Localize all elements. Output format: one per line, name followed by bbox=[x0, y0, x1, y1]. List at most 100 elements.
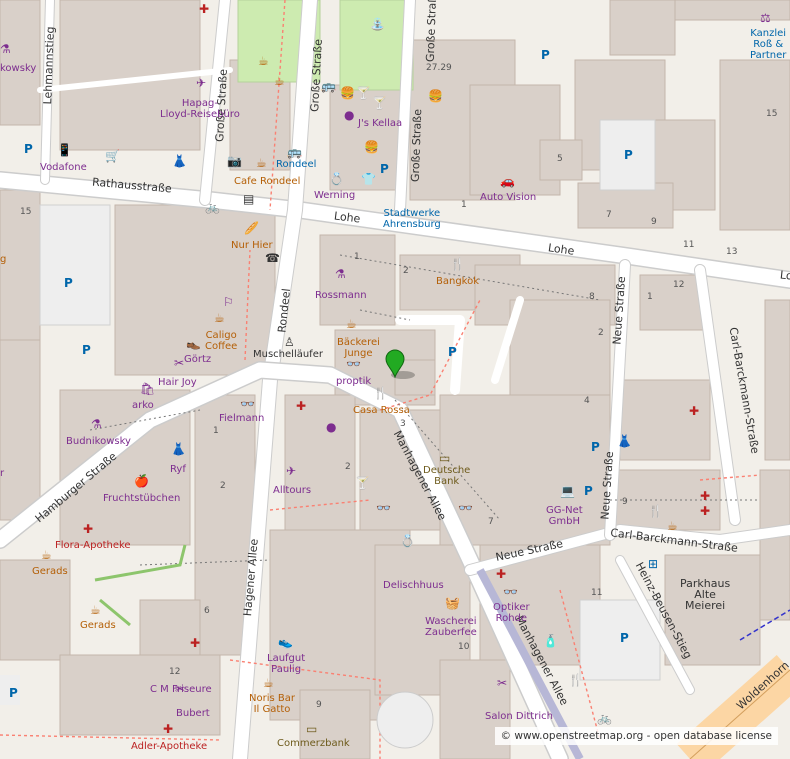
shop-icon: ● bbox=[326, 420, 337, 434]
cafe-icon: ☕ bbox=[667, 519, 678, 533]
map-view[interactable]: P P P P P P P P P P P ✚ ✚ ✚ ✚ ✚ ✚ ✚ ✚ ✚ … bbox=[0, 0, 790, 759]
parking-icon: P bbox=[64, 276, 73, 290]
lawyer-icon: ⚖ bbox=[760, 11, 771, 25]
jewelry-icon: 💍 bbox=[400, 534, 415, 548]
post-box-icon: ▤ bbox=[243, 192, 255, 206]
fastfood-icon: 🍔 bbox=[428, 89, 443, 103]
telephone-icon: ☎ bbox=[265, 251, 280, 265]
house-number: 7 bbox=[606, 210, 612, 220]
travel-icon: ✈ bbox=[196, 76, 207, 90]
parking-icon: P bbox=[620, 631, 629, 645]
parking-icon: P bbox=[9, 686, 18, 700]
map-tiles bbox=[0, 0, 790, 759]
poi-label: Hapag- Lloyd-Reisebüro bbox=[160, 98, 240, 120]
poi-label: Auto Vision bbox=[480, 192, 537, 203]
house-number: 8 bbox=[589, 292, 595, 302]
pharmacy-icon: ✚ bbox=[496, 567, 507, 581]
optician-icon: 👓 bbox=[346, 357, 361, 371]
house-number: 1 bbox=[461, 200, 467, 210]
restaurant-icon: 🍴 bbox=[373, 386, 388, 400]
poi-label: arko bbox=[132, 400, 154, 411]
poi-label: Bäckerei Junge bbox=[337, 337, 380, 359]
photo-icon: 📷 bbox=[227, 154, 242, 168]
poi-label: Noris Bar Il Gatto bbox=[249, 693, 295, 715]
poi-label: Fielmann bbox=[219, 413, 265, 424]
poi-label: Rondeel bbox=[276, 159, 317, 170]
cafe-icon: ☕ bbox=[263, 676, 274, 690]
bakery-icon: 🥖 bbox=[244, 221, 259, 235]
bar-icon: 🍸 bbox=[355, 476, 370, 490]
house-number: 11 bbox=[591, 588, 603, 598]
cafe-icon: ☕ bbox=[274, 74, 285, 88]
poi-label: Optiker Rohde bbox=[493, 602, 530, 624]
artwork-icon: ♙ bbox=[284, 335, 295, 349]
parking-icon: P bbox=[541, 48, 550, 62]
poi-label: J's Kellaa bbox=[358, 118, 403, 129]
shoe-icon: 👞 bbox=[186, 336, 201, 350]
bicycle-icon: 🚲 bbox=[597, 711, 612, 725]
house-number: 2 bbox=[345, 462, 351, 472]
house-number: 12 bbox=[673, 280, 685, 290]
poi-label: r bbox=[0, 468, 5, 479]
house-number: 15 bbox=[766, 109, 778, 119]
greengrocer-icon: 🍎 bbox=[134, 474, 149, 488]
fountain-icon: ⛲ bbox=[370, 17, 385, 31]
poi-label: Bangkok bbox=[436, 276, 480, 287]
poi-label: Nur Hier bbox=[231, 240, 273, 251]
clothes-icon: 👗 bbox=[171, 442, 186, 456]
poi-label: Alltours bbox=[273, 485, 312, 496]
poi-label: Flora-Apotheke bbox=[55, 540, 131, 551]
osm-link[interactable]: www.openstreetmap.org bbox=[514, 730, 643, 742]
restaurant-icon: 🍴 bbox=[568, 673, 583, 687]
house-number: 4 bbox=[584, 396, 590, 406]
copyright-symbol: © bbox=[500, 730, 512, 742]
parking-icon: P bbox=[380, 162, 389, 176]
poi-label: Gerads bbox=[32, 566, 68, 577]
poi-label: Gerads bbox=[80, 620, 116, 631]
cafe-icon: ☕ bbox=[41, 548, 52, 562]
bicycle-parking-icon: 🚲 bbox=[205, 200, 220, 214]
house-number: 10 bbox=[458, 642, 470, 652]
poi-label: Fruchtstübchen bbox=[103, 493, 181, 504]
chemist-icon: ⚗ bbox=[91, 417, 102, 431]
cafe-icon: ☕ bbox=[346, 317, 357, 331]
optician-icon: 👓 bbox=[503, 585, 518, 599]
shop-icon: 🛍 bbox=[140, 382, 156, 396]
shoe-icon: 👟 bbox=[278, 635, 293, 649]
doctor-icon: ✚ bbox=[700, 504, 711, 518]
house-number: 2 bbox=[220, 481, 226, 491]
poi-label: g bbox=[0, 254, 7, 265]
poi-label: GG-Net GmbH bbox=[546, 505, 583, 527]
bank-icon: ▭ bbox=[306, 722, 318, 736]
house-number: 1 bbox=[354, 252, 360, 262]
optician-icon: 👓 bbox=[458, 501, 473, 515]
poi-label: Delischhuus bbox=[383, 580, 444, 591]
parking-icon: P bbox=[624, 148, 633, 162]
restaurant-icon: 🍴 bbox=[450, 257, 465, 271]
optician-icon: 👓 bbox=[240, 397, 255, 411]
house-number: 27.29 bbox=[426, 63, 452, 73]
parking-icon: P bbox=[584, 484, 593, 498]
poi-label: Budnikowsky bbox=[66, 436, 131, 447]
house-number: 5 bbox=[557, 154, 563, 164]
poi-label: Vodafone bbox=[40, 162, 87, 173]
chemist-icon: ⚗ bbox=[0, 42, 11, 56]
parking-icon: P bbox=[82, 343, 91, 357]
poi-label: Hair Joy bbox=[158, 377, 197, 388]
house-number: 9 bbox=[651, 217, 657, 227]
restaurant-icon: 🍴 bbox=[648, 504, 663, 518]
license-link[interactable]: open database license bbox=[654, 730, 772, 742]
chemist-icon: ⚗ bbox=[335, 267, 346, 281]
poi-label: Cafe Rondeel bbox=[234, 176, 301, 187]
hairdresser-icon: ✂ bbox=[497, 676, 508, 690]
house-number: 2 bbox=[598, 328, 604, 338]
street-label: Lo bbox=[779, 268, 790, 283]
street-label: Lohe bbox=[333, 209, 362, 226]
bus-stop-icon: 🚌 bbox=[321, 79, 336, 93]
laundry-icon: 🧺 bbox=[445, 596, 460, 610]
poi-label: Caligo Coffee bbox=[205, 330, 238, 352]
computer-icon: 💻 bbox=[560, 484, 575, 498]
house-number: 12 bbox=[169, 667, 181, 677]
poi-label: Rossmann bbox=[315, 290, 367, 301]
house-number: 11 bbox=[683, 240, 695, 250]
